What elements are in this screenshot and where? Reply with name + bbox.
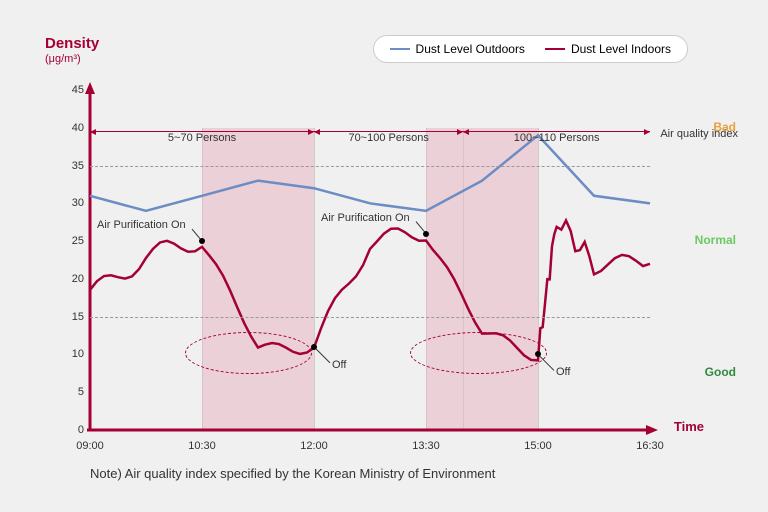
x-axis-label: Time [674, 419, 704, 434]
highlight-ellipse [185, 332, 312, 374]
legend-item: Dust Level Indoors [545, 42, 671, 56]
legend: Dust Level Outdoors Dust Level Indoors [373, 35, 688, 63]
legend-label: Dust Level Outdoors [416, 42, 525, 56]
chart-unit: (μg/m³) [45, 53, 81, 65]
legend-item: Dust Level Outdoors [390, 42, 525, 56]
legend-label: Dust Level Indoors [571, 42, 671, 56]
legend-swatch [390, 48, 410, 50]
legend-swatch [545, 48, 565, 50]
highlight-ellipse [410, 332, 547, 374]
chart-title: Density [45, 35, 99, 52]
chart-container: Density (μg/m³) Dust Level Outdoors Dust… [20, 20, 748, 495]
plot-area: Air quality index Time 05101520253035404… [90, 90, 650, 430]
chart-note: Note) Air quality index specified by the… [90, 466, 495, 481]
